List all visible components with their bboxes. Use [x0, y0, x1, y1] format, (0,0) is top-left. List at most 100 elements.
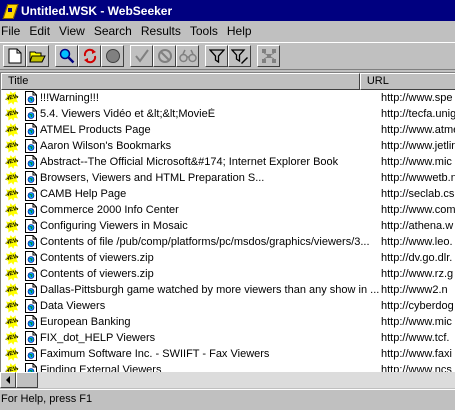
search-button[interactable]: [55, 45, 78, 67]
scroll-thumb[interactable]: [16, 372, 38, 388]
list-item[interactable]: NEW ATMEL Products Page http://www.atme: [1, 122, 455, 138]
menu-tools[interactable]: Tools: [189, 24, 224, 38]
web-page-icon: [25, 203, 37, 217]
app-icon[interactable]: [2, 3, 18, 19]
web-page-icon: [25, 123, 37, 137]
result-title: Contents of viewers.zip: [40, 268, 154, 280]
filter-edit-button[interactable]: [228, 45, 251, 67]
results-list[interactable]: Title URL NEW !!!Warning!!! http://www.spe…: [0, 72, 455, 388]
menu-view[interactable]: View: [58, 24, 91, 38]
list-item[interactable]: NEW !!!Warning!!! http://www.spe: [1, 90, 455, 106]
list-item[interactable]: NEW Data Viewers http://cyberdog: [1, 298, 455, 314]
list-item[interactable]: NEW Dallas-Pittsburgh game watched by mor…: [1, 282, 455, 298]
result-url: http://www.faxi: [381, 348, 452, 360]
horizontal-scrollbar[interactable]: [0, 372, 455, 388]
web-page-icon: [25, 251, 37, 265]
result-title: !!!Warning!!!: [40, 92, 99, 104]
result-url: http://www.mic: [381, 316, 452, 328]
result-title: Configuring Viewers in Mosaic: [40, 220, 188, 232]
web-page-icon: [25, 267, 37, 281]
new-badge-icon: NEW: [4, 170, 21, 187]
check-icon: [134, 49, 149, 63]
new-badge-icon: NEW: [4, 266, 21, 283]
status-bar: For Help, press F1: [0, 389, 455, 410]
list-item[interactable]: NEW Contents of viewers.zip http://www.rz.…: [1, 266, 455, 282]
list-header: Title URL: [1, 73, 455, 90]
binoculars-icon: [178, 49, 197, 63]
result-title: European Banking: [40, 316, 131, 328]
new-badge-icon: NEW: [4, 122, 21, 139]
result-url: http://www.leo.: [381, 236, 453, 248]
web-page-icon: [25, 315, 37, 329]
result-url: http://www.com: [381, 204, 455, 216]
result-title: Data Viewers: [40, 300, 106, 312]
web-page-icon: [25, 91, 37, 105]
filter-button[interactable]: [205, 45, 228, 67]
window-title: Untitled.WSK - WebSeeker: [21, 3, 173, 18]
result-url: http://cyberdog: [381, 300, 454, 312]
result-title: Faximum Software Inc. - SWIIFT - Fax Vie…: [40, 348, 270, 360]
cancel-icon: [157, 49, 172, 63]
menu-bar: File Edit View Search Results Tools Help: [0, 21, 455, 41]
title-bar[interactable]: Untitled.WSK - WebSeeker: [0, 0, 455, 21]
result-url: http://www.mic: [381, 156, 452, 168]
result-url: http://www.rz.g: [381, 268, 454, 280]
list-item[interactable]: NEW FIX_dot_HELP Viewers http://www.tcf.: [1, 330, 455, 346]
list-item[interactable]: NEW European Banking http://www.mic: [1, 314, 455, 330]
menu-results[interactable]: Results: [140, 24, 187, 38]
list-item[interactable]: NEW Contents of viewers.zip http://dv.go.d…: [1, 250, 455, 266]
menu-search[interactable]: Search: [93, 24, 138, 38]
network-button[interactable]: [257, 45, 280, 67]
refresh-button[interactable]: [78, 45, 101, 67]
web-page-icon: [25, 299, 37, 313]
result-title: 5.4. Viewers Vidéo et &lt;&lt;MovieÈ: [40, 108, 216, 120]
filter-edit-icon: [230, 49, 248, 64]
list-item[interactable]: NEW Contents of file /pub/comp/platforms/…: [1, 234, 455, 250]
list-item[interactable]: NEW Aaron Wilson's Bookmarks http://www.je…: [1, 138, 455, 154]
check-button[interactable]: [130, 45, 153, 67]
open-folder-icon: [29, 51, 46, 63]
result-title: Abstract--The Official Microsoft&#174; I…: [40, 156, 339, 168]
column-header-url[interactable]: URL: [359, 73, 455, 90]
stop-button[interactable]: [101, 45, 124, 67]
result-url: http://www.spe: [381, 92, 453, 104]
list-item[interactable]: NEW Faximum Software Inc. - SWIIFT - Fax …: [1, 346, 455, 362]
menu-edit[interactable]: Edit: [28, 24, 56, 38]
web-page-icon: [25, 155, 37, 169]
result-url: http://seclab.cs: [381, 188, 455, 200]
result-url: http://wwwetb.n: [381, 172, 455, 184]
list-item[interactable]: NEW Abstract--The Official Microsoft&#174…: [1, 154, 455, 170]
status-text: For Help, press F1: [1, 393, 93, 405]
result-title: ATMEL Products Page: [40, 124, 151, 136]
list-item[interactable]: NEW Commerce 2000 Info Center http://www.c…: [1, 202, 455, 218]
menu-file[interactable]: File: [0, 24, 26, 38]
result-title: FIX_dot_HELP Viewers: [40, 332, 156, 344]
column-header-title[interactable]: Title: [1, 73, 360, 90]
list-item[interactable]: NEW Browsers, Viewers and HTML Preparatio…: [1, 170, 455, 186]
new-badge-icon: NEW: [4, 218, 21, 235]
result-title: Contents of viewers.zip: [40, 252, 154, 264]
network-icon: [261, 49, 276, 63]
list-item[interactable]: NEW Configuring Viewers in Mosaic http://a…: [1, 218, 455, 234]
result-url: http://www.tcf.: [381, 332, 450, 344]
new-document-button[interactable]: [3, 45, 26, 67]
cancel-button[interactable]: [153, 45, 176, 67]
stop-icon: [105, 49, 120, 63]
scroll-left-button[interactable]: [0, 372, 16, 388]
menu-help[interactable]: Help: [226, 24, 258, 38]
list-item[interactable]: NEW 5.4. Viewers Vidéo et &lt;&lt;MovieÈ h…: [1, 106, 455, 122]
web-page-icon: [25, 347, 37, 361]
result-title: Aaron Wilson's Bookmarks: [40, 140, 172, 152]
web-page-icon: [25, 235, 37, 249]
result-url: http://www.atme: [381, 124, 455, 136]
list-item[interactable]: NEW CAMB Help Page http://seclab.cs: [1, 186, 455, 202]
search-icon: [59, 48, 74, 64]
open-folder-button[interactable]: [26, 45, 49, 67]
web-page-icon: [25, 107, 37, 121]
web-page-icon: [25, 171, 37, 185]
list-rows: NEW !!!Warning!!! http://www.spe NEW 5.4. Vi…: [1, 90, 455, 378]
result-title: Contents of file /pub/comp/platforms/pc/…: [40, 236, 370, 248]
binoculars-button[interactable]: [176, 45, 199, 67]
new-badge-icon: NEW: [4, 314, 21, 331]
result-url: http://www.jetlin: [381, 140, 455, 152]
